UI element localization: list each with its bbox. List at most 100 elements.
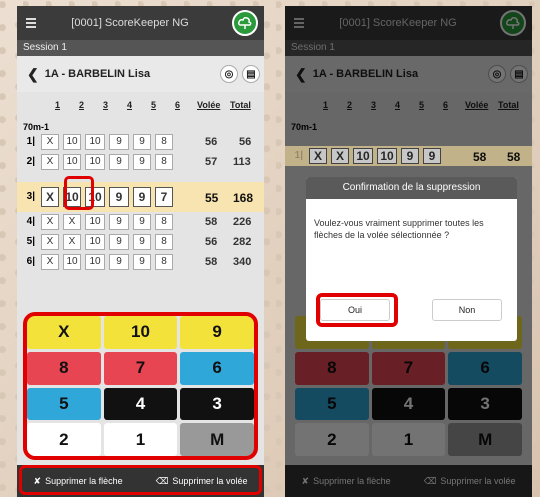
key-m[interactable]: M (180, 423, 254, 456)
arrow-cell[interactable]: 9 (109, 134, 129, 150)
key-4[interactable]: 4 (103, 387, 178, 421)
col-total: Total (230, 100, 251, 110)
arrow-cell[interactable]: 10 (63, 134, 81, 150)
arrow-cell[interactable]: 9 (109, 214, 129, 230)
arrow-cell[interactable]: 9 (133, 187, 151, 207)
phone-screen-left: [0001] ScoreKeeper NG Session 1 ❮ 1A - B… (17, 6, 264, 497)
distance-label: 70m-1 (23, 122, 50, 132)
app-title: [0001] ScoreKeeper NG (71, 17, 189, 29)
arrow-cell[interactable]: 8 (155, 214, 173, 230)
end-volee-score: 58 (205, 216, 218, 228)
top-bar: [0001] ScoreKeeper NG (17, 6, 264, 40)
arrow-cell: 9 (423, 148, 441, 164)
arrow-cell[interactable]: X (41, 134, 59, 150)
end-row[interactable]: 2| X 10 10 9 9 8 57 113 (17, 152, 264, 172)
arrow-cell[interactable]: 10 (63, 254, 81, 270)
key-8[interactable]: 8 (27, 351, 101, 385)
end-volee-score: 58 (205, 256, 218, 268)
key-3[interactable]: 3 (180, 387, 254, 421)
phone-screen-right: [0001] ScoreKeeper NG Session 1 ❮ 1A - B… (285, 6, 532, 497)
confirm-delete-dialog: Confirmation de la suppression Voulez-vo… (306, 177, 517, 341)
key-7[interactable]: 7 (103, 351, 178, 385)
arrow-cell: 10 (377, 148, 397, 164)
cloud-sync-button[interactable] (232, 10, 258, 36)
col-volee: Volée (197, 100, 221, 110)
delete-end-label: Supprimer la volée (172, 476, 248, 486)
key-9[interactable]: 9 (180, 316, 254, 349)
arrow-cell[interactable]: 9 (133, 234, 151, 250)
arrow-cell[interactable]: X (41, 214, 59, 230)
delete-arrow-button[interactable]: ✘ Supprimer la flèche (34, 476, 123, 487)
arrow-cell[interactable]: X (41, 254, 59, 270)
end-number: 3| (26, 191, 35, 202)
end-total-score: 113 (233, 156, 251, 168)
arrow-cell[interactable]: 9 (109, 254, 129, 270)
score-table-header: 1 2 3 4 5 6 Volée Total (17, 100, 264, 116)
no-button[interactable]: Non (432, 299, 502, 321)
end-total-score: 56 (239, 136, 252, 148)
selected-arrow-highlight (64, 176, 94, 210)
end-number: 2| (26, 156, 35, 167)
arrow-cell[interactable]: X (63, 214, 81, 230)
end-volee-score: 57 (205, 156, 218, 168)
arrow-cell[interactable]: 8 (155, 254, 173, 270)
arrow-cell[interactable]: 10 (85, 134, 105, 150)
delete-end-button[interactable]: ⌫ Supprimer la volée (156, 476, 248, 487)
end-volee-score: 58 (473, 150, 487, 164)
delete-arrow-icon: ✘ (33, 475, 42, 486)
back-arrow-icon[interactable]: ❮ (27, 66, 39, 83)
end-total-score: 340 (233, 256, 252, 268)
end-total-score: 282 (233, 236, 252, 248)
key-2[interactable]: 2 (27, 423, 101, 456)
end-row[interactable]: 6| X 10 10 9 9 8 58 340 (17, 252, 264, 272)
arrow-cell[interactable]: X (41, 187, 59, 207)
key-6[interactable]: 6 (180, 351, 254, 385)
clipboard-icon[interactable]: ▤ (242, 65, 260, 83)
arrow-cell[interactable]: 10 (85, 254, 105, 270)
end-number: 6| (26, 256, 35, 267)
arrow-cell[interactable]: 9 (133, 254, 151, 270)
arrow-cell[interactable]: 9 (133, 214, 151, 230)
delete-arrow-label: Supprimer la flèche (45, 476, 123, 486)
yes-button[interactable]: Oui (320, 299, 390, 321)
end-row[interactable]: 1| X 10 10 9 9 8 56 56 (17, 132, 264, 152)
cloud-icon (238, 17, 252, 29)
arrow-cell[interactable]: 10 (85, 214, 105, 230)
arrow-cell[interactable]: 8 (155, 154, 173, 170)
arrow-cell[interactable]: 9 (133, 154, 151, 170)
arrow-cell[interactable]: X (41, 154, 59, 170)
arrow-cell[interactable]: 9 (133, 134, 151, 150)
key-10[interactable]: 10 (103, 316, 178, 349)
col-3: 3 (103, 100, 109, 110)
arrow-cell[interactable]: 10 (85, 234, 105, 250)
archer-bar: ❮ 1A - BARBELIN Lisa ◎ ▤ (17, 56, 264, 92)
arrow-cell[interactable]: 9 (109, 154, 129, 170)
key-1[interactable]: 1 (103, 423, 178, 456)
arrow-cell[interactable]: 9 (109, 187, 129, 207)
end-number: 1| (26, 136, 35, 147)
end-row[interactable]: 3| X 10 10 9 9 7 55 168 (17, 182, 264, 212)
arrow-cell: X (309, 148, 327, 164)
arrow-cell: 10 (353, 148, 373, 164)
end-total-score: 58 (507, 150, 521, 164)
session-label: Session 1 (17, 40, 264, 56)
arrow-cell[interactable]: X (41, 234, 59, 250)
arrow-cell[interactable]: 10 (85, 154, 105, 170)
arrow-cell[interactable]: 10 (63, 154, 81, 170)
end-row[interactable]: 4| X X 10 9 9 8 58 226 (17, 212, 264, 232)
end-number: 5| (26, 236, 35, 247)
arrow-cell[interactable]: 8 (155, 234, 173, 250)
arrow-cell[interactable]: X (63, 234, 81, 250)
end-total-score: 226 (233, 216, 252, 228)
end-volee-score: 56 (205, 136, 218, 148)
end-row[interactable]: 5| X X 10 9 9 8 56 282 (17, 232, 264, 252)
arrow-cell[interactable]: 9 (109, 234, 129, 250)
col-5: 5 (151, 100, 157, 110)
arrow-cell[interactable]: 8 (155, 134, 173, 150)
key-5[interactable]: 5 (27, 387, 101, 421)
key-x[interactable]: X (27, 316, 101, 349)
dialog-message: Voulez-vous vraiment supprimer toutes le… (314, 218, 484, 240)
end-total-score: 168 (233, 191, 254, 205)
arrow-cell[interactable]: 7 (155, 187, 173, 207)
target-icon[interactable]: ◎ (220, 65, 238, 83)
